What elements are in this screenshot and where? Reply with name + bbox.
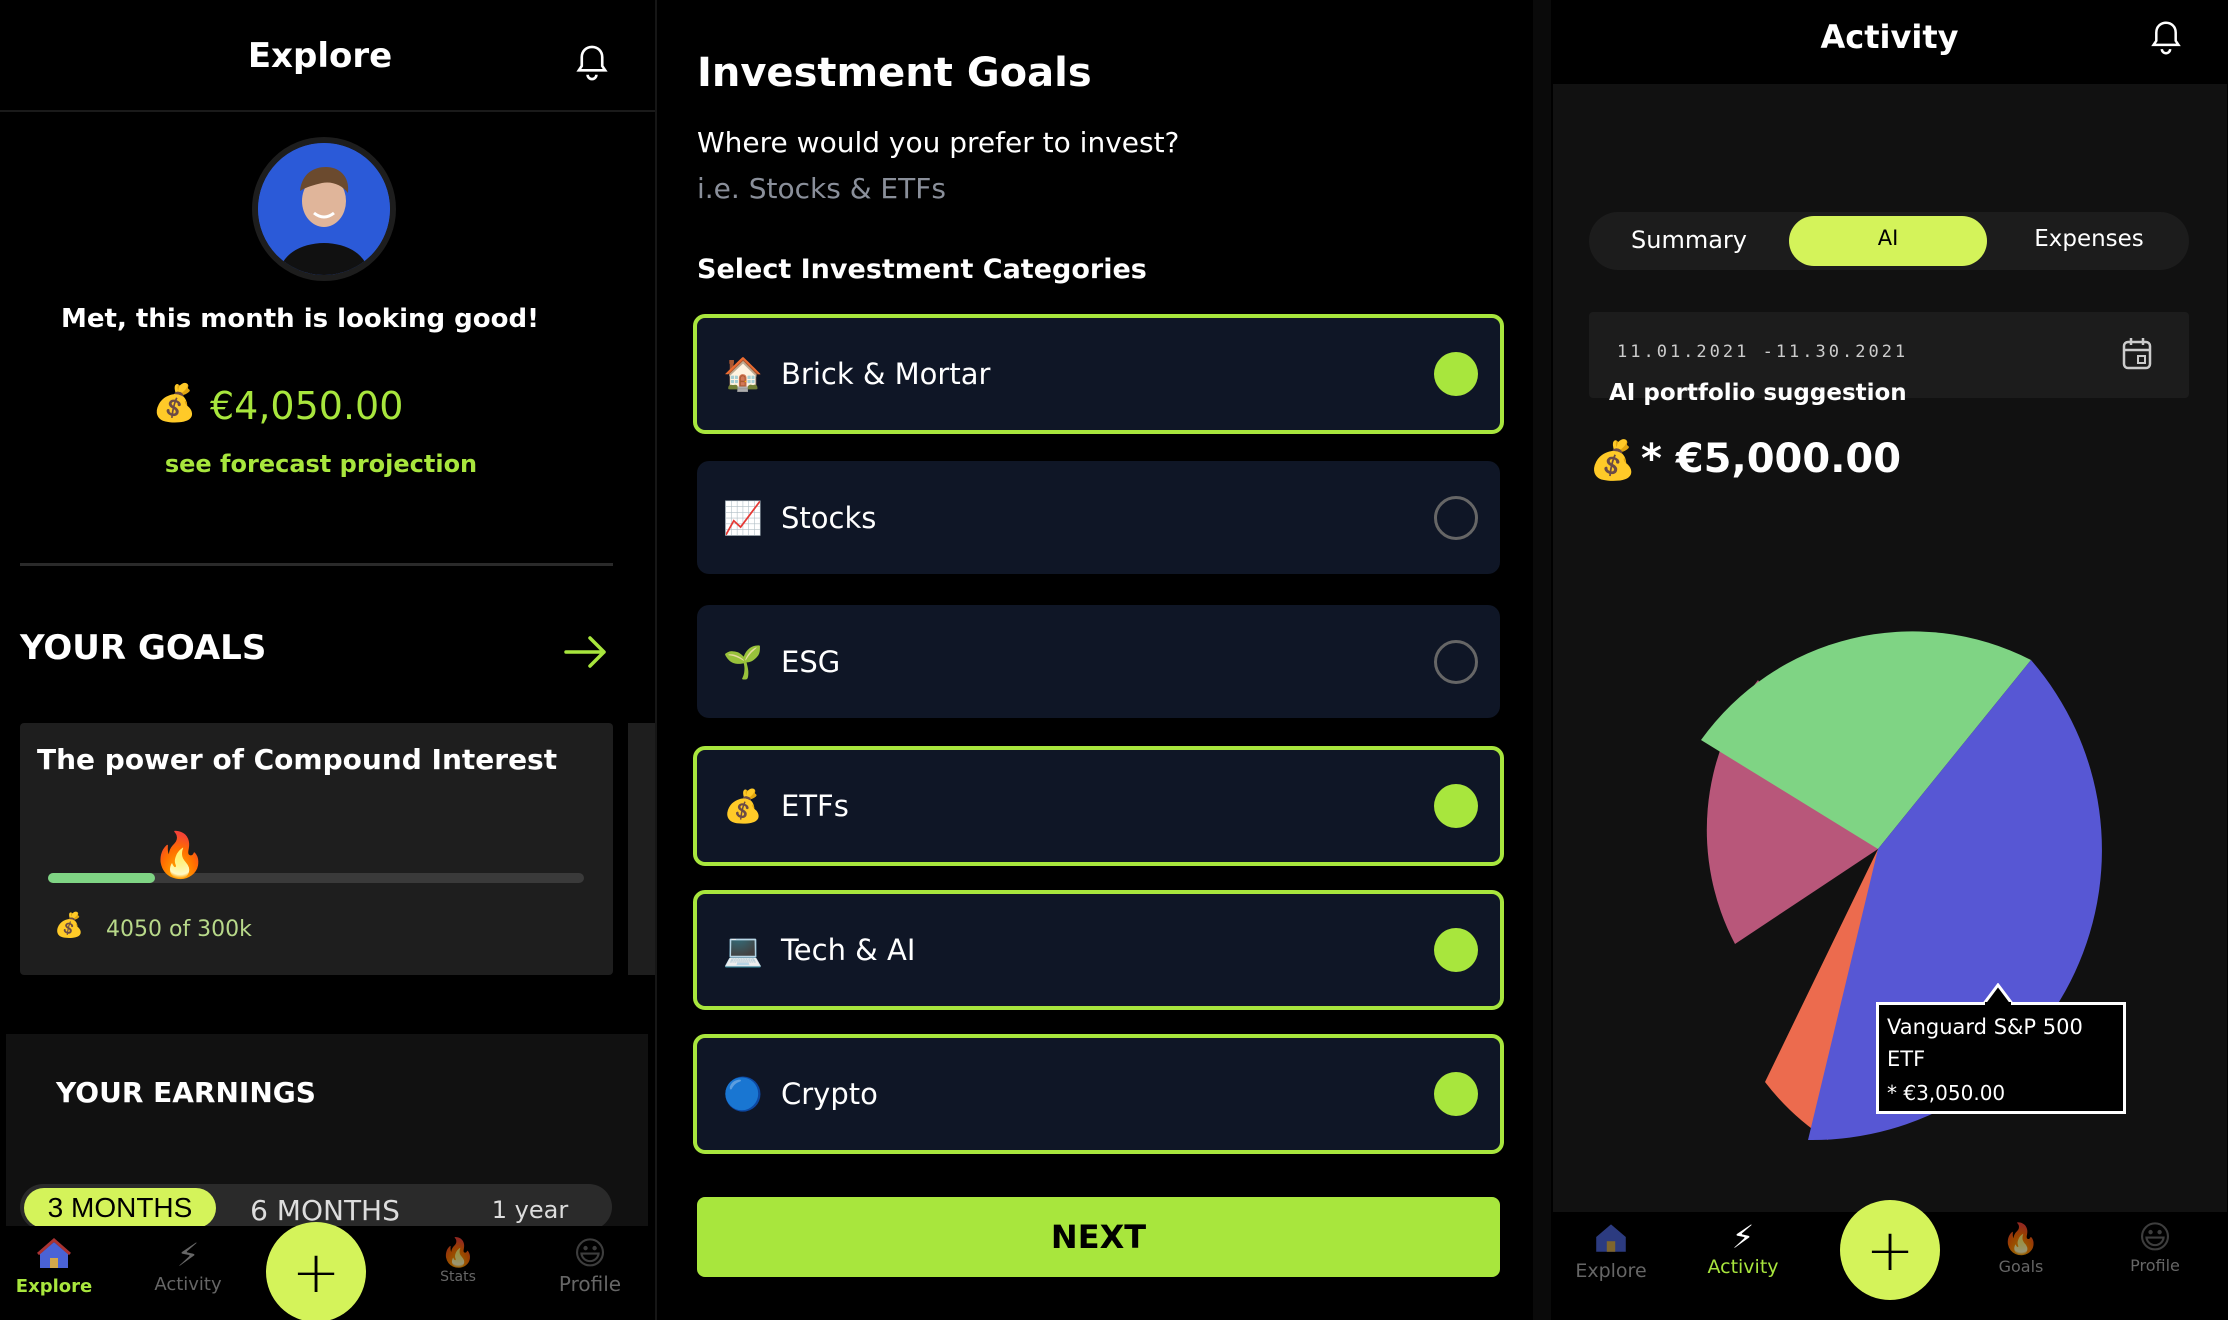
balance-amount: €4,050.00 <box>210 384 404 428</box>
tab-bar: Explore ⚡ Activity + 🔥 Stats 😃 Profile <box>0 1222 655 1320</box>
lightning-icon: ⚡ <box>176 1236 200 1274</box>
tab-activity[interactable]: ⚡ Activity <box>1683 1218 1803 1278</box>
option-label: Brick & Mortar <box>781 357 991 391</box>
tab-explore[interactable]: Explore <box>6 1236 102 1297</box>
option-etfs[interactable]: 💰 ETFs <box>693 746 1504 866</box>
next-goal-card-peek[interactable] <box>628 723 655 975</box>
goal-title: The power of Compound Interest <box>37 743 558 776</box>
home-icon <box>1596 1224 1626 1252</box>
earnings-heading: YOUR EARNINGS <box>56 1076 316 1109</box>
option-label: Stocks <box>781 500 877 535</box>
calendar-icon[interactable] <box>2121 336 2153 376</box>
date-range-text: 11.01.2021 -11.30.2021 <box>1617 342 1909 362</box>
tooltip-line2: ETF <box>1887 1047 1926 1071</box>
laptop-icon: 💻 <box>723 931 763 969</box>
fire-icon: 🔥 <box>2002 1222 2040 1257</box>
greeting-text: Met, this month is looking good! <box>61 304 539 334</box>
avatar[interactable] <box>252 137 396 281</box>
smiley-icon: 😃 <box>573 1234 607 1272</box>
add-button[interactable]: + <box>1840 1200 1940 1300</box>
money-bag-icon: 💰 <box>1589 438 1637 482</box>
forecast-link[interactable]: see forecast projection <box>0 450 642 478</box>
page-title: Investment Goals <box>697 50 1092 96</box>
checkbox-checked[interactable] <box>1434 784 1478 828</box>
money-bag-icon: 💰 <box>723 787 763 825</box>
period-3m[interactable]: 3 MONTHS <box>24 1192 216 1224</box>
bell-icon[interactable] <box>574 44 610 86</box>
tooltip-line1: Vanguard S&P 500 <box>1887 1015 2083 1039</box>
categories-heading: Select Investment Categories <box>697 254 1147 285</box>
checkbox-unchecked[interactable] <box>1434 639 1478 684</box>
segment-ai[interactable]: AI <box>1789 226 1987 250</box>
option-stocks[interactable]: 📈 Stocks <box>697 461 1500 574</box>
fire-icon: 🔥 <box>440 1236 476 1269</box>
option-label: ESG <box>781 644 841 679</box>
tab-profile[interactable]: 😃 Profile <box>542 1234 638 1296</box>
view-segmented-control: Summary AI Expenses <box>1589 212 2189 270</box>
blue-circle-icon: 🔵 <box>723 1075 763 1113</box>
investment-goals-screen: Investment Goals Where would you prefer … <box>657 0 1533 1320</box>
option-label: Crypto <box>781 1077 878 1111</box>
checkbox-checked[interactable] <box>1434 1072 1478 1116</box>
fire-icon: 🔥 <box>152 830 207 881</box>
tab-profile[interactable]: 😃 Profile <box>2095 1218 2215 1275</box>
house-icon: 🏠 <box>723 355 763 393</box>
money-bag-icon: 💰 <box>152 383 197 424</box>
arrow-right-icon[interactable] <box>562 632 610 676</box>
option-tech-ai[interactable]: 💻 Tech & AI <box>693 890 1504 1010</box>
tab-explore[interactable]: Explore <box>1551 1218 1671 1282</box>
checkbox-unchecked[interactable] <box>1434 495 1478 540</box>
goal-progress-text: 4050 of 300k <box>106 917 252 942</box>
activity-body: Summary AI Expenses 11.01.2021 -11.30.20… <box>1553 84 2227 1214</box>
seedling-icon: 🌱 <box>723 642 763 681</box>
tooltip-arrow <box>1983 983 2013 1005</box>
tab-bar: Explore ⚡ Activity + 🔥 Goals 😃 Profile <box>1551 1200 2228 1320</box>
goal-card[interactable]: The power of Compound Interest 🔥 💰 4050 … <box>20 723 613 975</box>
option-brick-mortar[interactable]: 🏠 Brick & Mortar <box>693 314 1504 434</box>
add-button[interactable]: + <box>266 1222 366 1320</box>
explore-screen: Explore Met, this month is looking good!… <box>0 0 655 1320</box>
tooltip-line3: * €3,050.00 <box>1887 1081 2006 1105</box>
next-button[interactable]: NEXT <box>697 1197 1500 1277</box>
lightning-icon: ⚡ <box>1731 1218 1755 1256</box>
money-bag-icon: 💰 <box>54 911 84 939</box>
segment-summary[interactable]: Summary <box>1589 226 1789 254</box>
tab-activity[interactable]: ⚡ Activity <box>140 1236 236 1295</box>
screen-title: Activity <box>1820 18 1959 56</box>
invest-preference-input[interactable]: i.e. Stocks & ETFs <box>697 172 946 205</box>
checkbox-checked[interactable] <box>1434 928 1478 972</box>
tab-stats[interactable]: 🔥 Stats <box>410 1236 506 1285</box>
goal-progress-track <box>48 873 584 883</box>
option-label: ETFs <box>781 789 849 823</box>
chart-up-icon: 📈 <box>723 498 763 537</box>
screen-title: Explore <box>247 36 393 76</box>
suggestion-label: AI portfolio suggestion <box>1609 380 1907 406</box>
smiley-icon: 😃 <box>2138 1218 2172 1256</box>
suggestion-amount: * €5,000.00 <box>1641 436 1902 482</box>
segment-expenses[interactable]: Expenses <box>1989 226 2189 252</box>
activity-screen: Activity Summary AI Expenses 11.01.2021 … <box>1551 0 2228 1320</box>
option-crypto[interactable]: 🔵 Crypto <box>693 1034 1504 1154</box>
checkbox-checked[interactable] <box>1434 352 1478 396</box>
period-1y[interactable]: 1 year <box>460 1196 600 1224</box>
section-divider <box>20 563 613 566</box>
tab-goals[interactable]: 🔥 Goals <box>1961 1222 2081 1276</box>
home-icon <box>37 1238 71 1268</box>
goals-heading: YOUR GOALS <box>20 628 267 668</box>
chart-tooltip: Vanguard S&P 500 ETF * €3,050.00 <box>1876 983 2126 1114</box>
option-esg[interactable]: 🌱 ESG <box>697 605 1500 718</box>
bell-icon[interactable] <box>2149 20 2183 60</box>
option-label: Tech & AI <box>781 933 916 967</box>
goal-progress-fill <box>48 873 156 883</box>
question-text: Where would you prefer to invest? <box>697 126 1180 159</box>
